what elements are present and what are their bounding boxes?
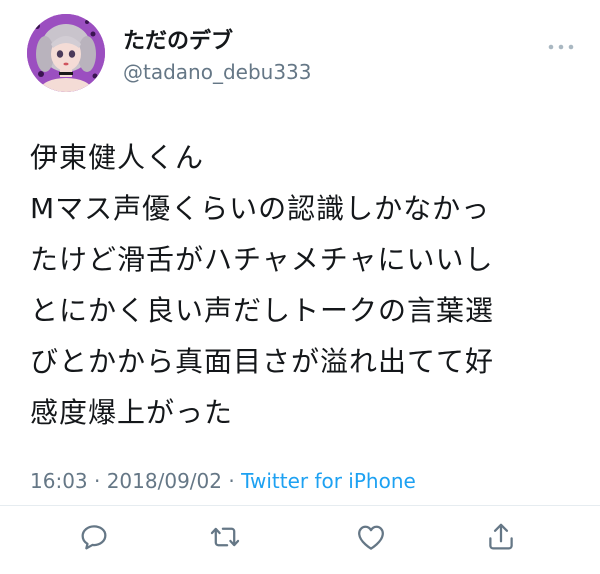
heart-icon <box>358 525 384 550</box>
more-options-icon[interactable] <box>546 38 576 50</box>
retweet-button[interactable] <box>208 520 242 554</box>
tweet-text-line: とにかく良い声だしトークの言葉選 <box>30 294 495 327</box>
tweet-timestamp[interactable]: 16:03 · 2018/09/02 · <box>30 469 241 493</box>
tweet-text: 伊東健人くん Mマス声優くらいの認識しかなかっ たけど滑舌がハチャメチャにいいし… <box>30 132 585 438</box>
avatar-image <box>27 14 105 92</box>
tweet-text-line: びとかから真面目さが溢れ出てて好 <box>30 345 495 378</box>
divider <box>0 505 600 506</box>
user-handle[interactable]: @tadano_debu333 <box>123 60 312 84</box>
tweet-text-line: Mマス声優くらいの認識しかなかっ <box>30 192 491 225</box>
tweet-text-line: 伊東健人くん <box>30 141 205 174</box>
share-button[interactable] <box>484 520 518 554</box>
tweet-text-line: 感度爆上がった <box>30 396 234 429</box>
tweet-source-link[interactable]: Twitter for iPhone <box>241 469 416 493</box>
reply-icon <box>81 525 107 550</box>
tweet-card: ただのデブ @tadano_debu333 伊東健人くん Mマス声優くらいの認識… <box>0 0 600 574</box>
share-icon <box>489 523 513 550</box>
tweet-meta: 16:03 · 2018/09/02 · Twitter for iPhone <box>30 468 416 494</box>
display-name[interactable]: ただのデブ <box>123 29 233 55</box>
retweet-icon <box>210 527 240 547</box>
reply-button[interactable] <box>77 520 111 554</box>
like-button[interactable] <box>354 520 388 554</box>
avatar[interactable] <box>27 14 105 92</box>
tweet-text-line: たけど滑舌がハチャメチャにいいし <box>30 243 494 276</box>
